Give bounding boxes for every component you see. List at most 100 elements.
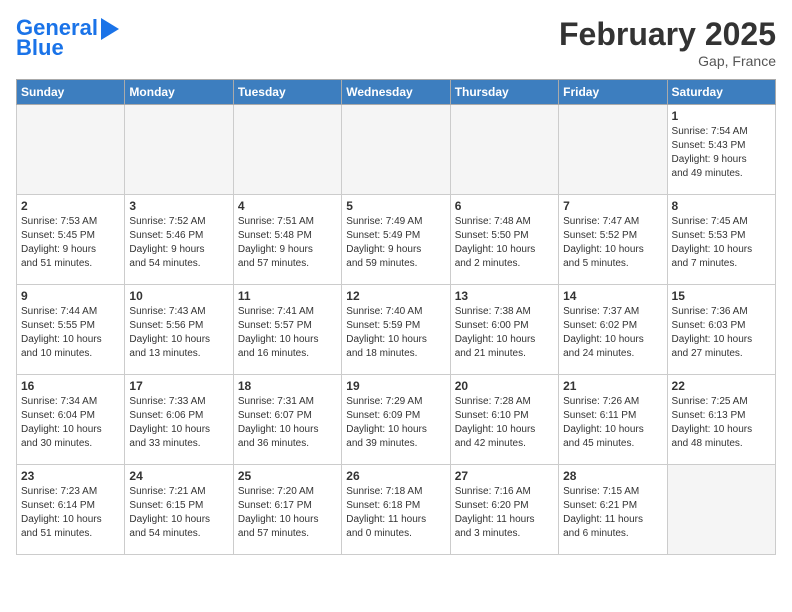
- day-number: 15: [672, 289, 771, 303]
- day-number: 22: [672, 379, 771, 393]
- day-cell: 2Sunrise: 7:53 AM Sunset: 5:45 PM Daylig…: [17, 195, 125, 285]
- day-info: Sunrise: 7:20 AM Sunset: 6:17 PM Dayligh…: [238, 485, 337, 541]
- day-info: Sunrise: 7:38 AM Sunset: 6:00 PM Dayligh…: [455, 305, 554, 361]
- day-number: 11: [238, 289, 337, 303]
- logo-blue: Blue: [16, 36, 64, 60]
- day-info: Sunrise: 7:51 AM Sunset: 5:48 PM Dayligh…: [238, 215, 337, 271]
- day-cell: 11 Sunrise: 7:41 AM Sunset: 5:57 PM Dayli…: [233, 285, 341, 375]
- day-cell: 19Sunrise: 7:29 AM Sunset: 6:09 PM Dayli…: [342, 375, 450, 465]
- day-cell: 1Sunrise: 7:54 AM Sunset: 5:43 PM Daylig…: [667, 105, 775, 195]
- day-cell: [342, 105, 450, 195]
- day-number: 10: [129, 289, 228, 303]
- day-info: Sunrise: 7:54 AM Sunset: 5:43 PM Dayligh…: [672, 125, 771, 181]
- day-number: 14: [563, 289, 662, 303]
- day-cell: 27 Sunrise: 7:16 AM Sunset: 6:20 PM Dayli…: [450, 465, 558, 555]
- day-number: 5: [346, 199, 445, 213]
- logo-arrow-icon: [101, 18, 119, 40]
- day-number: 3: [129, 199, 228, 213]
- day-cell: 13Sunrise: 7:38 AM Sunset: 6:00 PM Dayli…: [450, 285, 558, 375]
- day-cell: 18 Sunrise: 7:31 AM Sunset: 6:07 PM Dayli…: [233, 375, 341, 465]
- day-cell: 5 Sunrise: 7:49 AM Sunset: 5:49 PM Daylig…: [342, 195, 450, 285]
- header-row: SundayMondayTuesdayWednesdayThursdayFrid…: [17, 80, 776, 105]
- day-number: 25: [238, 469, 337, 483]
- day-number: 27: [455, 469, 554, 483]
- day-number: 7: [563, 199, 662, 213]
- col-header-friday: Friday: [559, 80, 667, 105]
- week-row-3: 9 Sunrise: 7:44 AM Sunset: 5:55 PM Daylig…: [17, 285, 776, 375]
- day-number: 23: [21, 469, 120, 483]
- day-cell: 17 Sunrise: 7:33 AM Sunset: 6:06 PM Dayli…: [125, 375, 233, 465]
- day-info: Sunrise: 7:16 AM Sunset: 6:20 PM Dayligh…: [455, 485, 554, 541]
- day-cell: 26 Sunrise: 7:18 AM Sunset: 6:18 PM Dayli…: [342, 465, 450, 555]
- logo: General Blue: [16, 16, 119, 60]
- day-info: Sunrise: 7:26 AM Sunset: 6:11 PM Dayligh…: [563, 395, 662, 451]
- day-number: 19: [346, 379, 445, 393]
- day-cell: 23 Sunrise: 7:23 AM Sunset: 6:14 PM Dayli…: [17, 465, 125, 555]
- week-row-1: 1Sunrise: 7:54 AM Sunset: 5:43 PM Daylig…: [17, 105, 776, 195]
- day-cell: [233, 105, 341, 195]
- month-title: February 2025: [559, 16, 776, 53]
- day-number: 26: [346, 469, 445, 483]
- col-header-wednesday: Wednesday: [342, 80, 450, 105]
- day-info: Sunrise: 7:48 AM Sunset: 5:50 PM Dayligh…: [455, 215, 554, 271]
- col-header-sunday: Sunday: [17, 80, 125, 105]
- day-cell: 24 Sunrise: 7:21 AM Sunset: 6:15 PM Dayli…: [125, 465, 233, 555]
- day-info: Sunrise: 7:44 AM Sunset: 5:55 PM Dayligh…: [21, 305, 120, 361]
- day-number: 18: [238, 379, 337, 393]
- day-cell: 6 Sunrise: 7:48 AM Sunset: 5:50 PM Daylig…: [450, 195, 558, 285]
- day-info: Sunrise: 7:15 AM Sunset: 6:21 PM Dayligh…: [563, 485, 662, 541]
- day-info: Sunrise: 7:25 AM Sunset: 6:13 PM Dayligh…: [672, 395, 771, 451]
- day-info: Sunrise: 7:49 AM Sunset: 5:49 PM Dayligh…: [346, 215, 445, 271]
- day-number: 4: [238, 199, 337, 213]
- day-info: Sunrise: 7:18 AM Sunset: 6:18 PM Dayligh…: [346, 485, 445, 541]
- week-row-5: 23 Sunrise: 7:23 AM Sunset: 6:14 PM Dayli…: [17, 465, 776, 555]
- day-cell: 7 Sunrise: 7:47 AM Sunset: 5:52 PM Daylig…: [559, 195, 667, 285]
- day-info: Sunrise: 7:43 AM Sunset: 5:56 PM Dayligh…: [129, 305, 228, 361]
- col-header-saturday: Saturday: [667, 80, 775, 105]
- day-cell: 16 Sunrise: 7:34 AM Sunset: 6:04 PM Dayli…: [17, 375, 125, 465]
- page-header: General Blue February 2025 Gap, France: [16, 16, 776, 69]
- day-number: 21: [563, 379, 662, 393]
- day-info: Sunrise: 7:36 AM Sunset: 6:03 PM Dayligh…: [672, 305, 771, 361]
- day-cell: 3 Sunrise: 7:52 AM Sunset: 5:46 PM Daylig…: [125, 195, 233, 285]
- day-cell: 22 Sunrise: 7:25 AM Sunset: 6:13 PM Dayli…: [667, 375, 775, 465]
- day-info: Sunrise: 7:41 AM Sunset: 5:57 PM Dayligh…: [238, 305, 337, 361]
- day-info: Sunrise: 7:37 AM Sunset: 6:02 PM Dayligh…: [563, 305, 662, 361]
- day-cell: 21 Sunrise: 7:26 AM Sunset: 6:11 PM Dayli…: [559, 375, 667, 465]
- day-info: Sunrise: 7:28 AM Sunset: 6:10 PM Dayligh…: [455, 395, 554, 451]
- day-cell: [17, 105, 125, 195]
- day-number: 8: [672, 199, 771, 213]
- day-cell: 20 Sunrise: 7:28 AM Sunset: 6:10 PM Dayli…: [450, 375, 558, 465]
- day-cell: 28 Sunrise: 7:15 AM Sunset: 6:21 PM Dayli…: [559, 465, 667, 555]
- day-info: Sunrise: 7:23 AM Sunset: 6:14 PM Dayligh…: [21, 485, 120, 541]
- day-info: Sunrise: 7:52 AM Sunset: 5:46 PM Dayligh…: [129, 215, 228, 271]
- day-number: 24: [129, 469, 228, 483]
- col-header-tuesday: Tuesday: [233, 80, 341, 105]
- day-number: 20: [455, 379, 554, 393]
- day-number: 17: [129, 379, 228, 393]
- week-row-2: 2Sunrise: 7:53 AM Sunset: 5:45 PM Daylig…: [17, 195, 776, 285]
- day-number: 6: [455, 199, 554, 213]
- day-info: Sunrise: 7:34 AM Sunset: 6:04 PM Dayligh…: [21, 395, 120, 451]
- day-number: 16: [21, 379, 120, 393]
- day-cell: 12 Sunrise: 7:40 AM Sunset: 5:59 PM Dayli…: [342, 285, 450, 375]
- calendar-table: SundayMondayTuesdayWednesdayThursdayFrid…: [16, 79, 776, 555]
- col-header-monday: Monday: [125, 80, 233, 105]
- day-info: Sunrise: 7:21 AM Sunset: 6:15 PM Dayligh…: [129, 485, 228, 541]
- day-info: Sunrise: 7:33 AM Sunset: 6:06 PM Dayligh…: [129, 395, 228, 451]
- day-number: 9: [21, 289, 120, 303]
- day-number: 2: [21, 199, 120, 213]
- day-info: Sunrise: 7:31 AM Sunset: 6:07 PM Dayligh…: [238, 395, 337, 451]
- day-cell: 9 Sunrise: 7:44 AM Sunset: 5:55 PM Daylig…: [17, 285, 125, 375]
- week-row-4: 16 Sunrise: 7:34 AM Sunset: 6:04 PM Dayli…: [17, 375, 776, 465]
- day-cell: [559, 105, 667, 195]
- day-info: Sunrise: 7:47 AM Sunset: 5:52 PM Dayligh…: [563, 215, 662, 271]
- day-cell: 15 Sunrise: 7:36 AM Sunset: 6:03 PM Dayli…: [667, 285, 775, 375]
- day-cell: 10 Sunrise: 7:43 AM Sunset: 5:56 PM Dayli…: [125, 285, 233, 375]
- day-cell: [125, 105, 233, 195]
- day-cell: 14 Sunrise: 7:37 AM Sunset: 6:02 PM Dayli…: [559, 285, 667, 375]
- day-number: 12: [346, 289, 445, 303]
- day-info: Sunrise: 7:40 AM Sunset: 5:59 PM Dayligh…: [346, 305, 445, 361]
- day-cell: 4 Sunrise: 7:51 AM Sunset: 5:48 PM Daylig…: [233, 195, 341, 285]
- day-number: 28: [563, 469, 662, 483]
